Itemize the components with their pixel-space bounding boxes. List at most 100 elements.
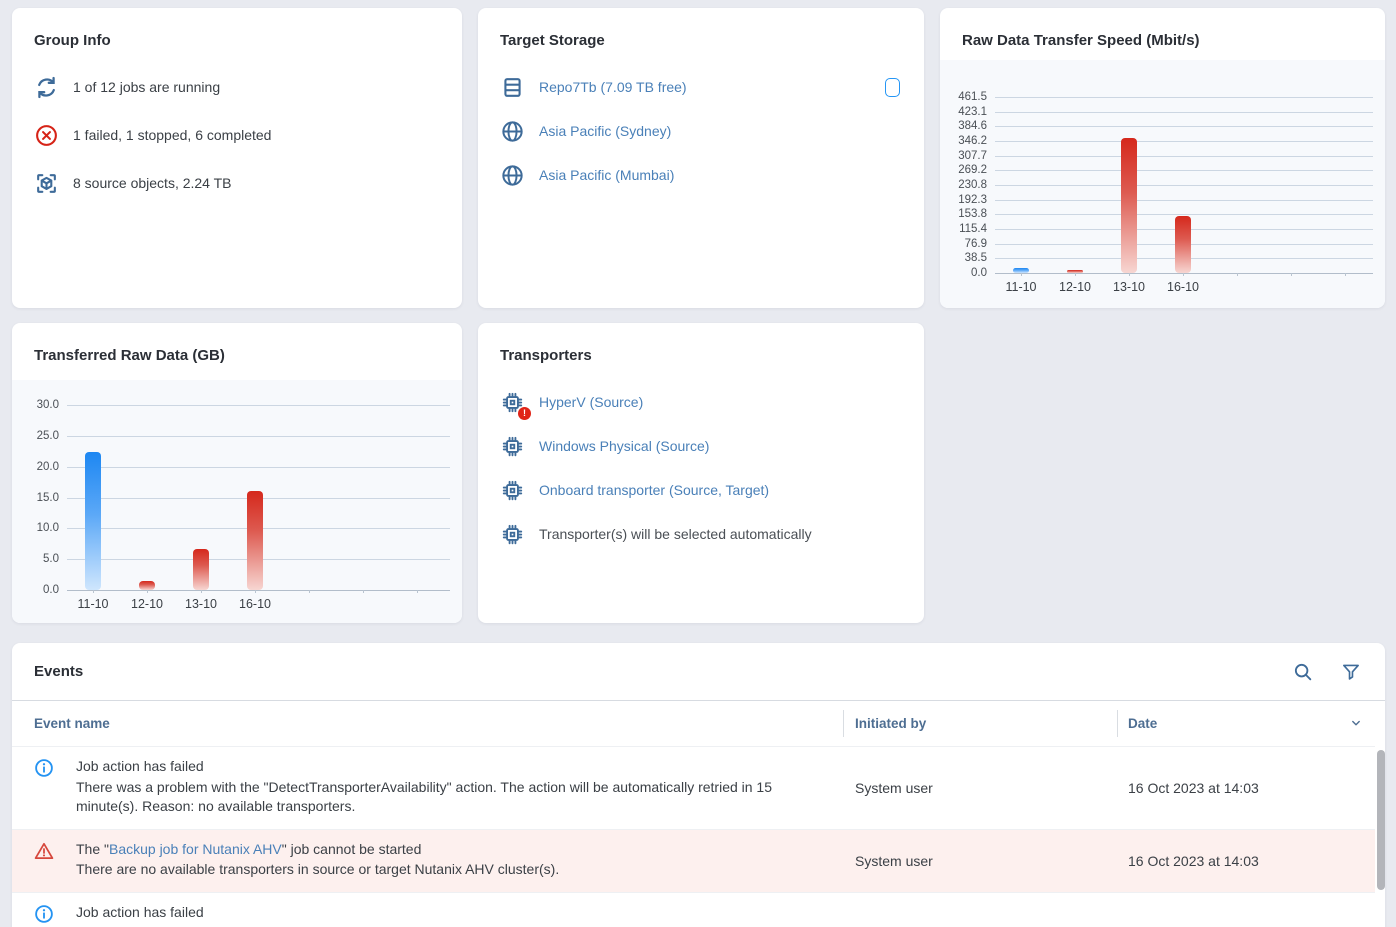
x-tick-mark	[255, 590, 256, 593]
x-tick-mark	[1183, 273, 1184, 276]
event-row[interactable]: Job action has failedThere was a problem…	[12, 892, 1375, 927]
info-icon-cell	[12, 747, 76, 829]
filter-icon[interactable]	[1340, 661, 1362, 683]
transferred-chart-title: Transferred Raw Data (GB)	[12, 323, 462, 364]
target-storage-card: Target Storage Repo7Tb (7.09 TB free) As…	[478, 8, 924, 308]
group-info-card: Group Info 1 of 12 jobs are running 1 fa…	[12, 8, 462, 308]
second-card-row: Transferred Raw Data (GB) 0.05.010.015.0…	[0, 323, 1396, 623]
chart-bar	[193, 549, 209, 590]
y-tick-label: 38.5	[940, 252, 987, 264]
y-tick-label: 25.0	[12, 430, 59, 442]
transferred-data-chart-card: Transferred Raw Data (GB) 0.05.010.015.0…	[12, 323, 462, 623]
filter-icon	[1340, 661, 1362, 683]
y-tick-label: 30.0	[12, 399, 59, 411]
x-tick-mark	[147, 590, 148, 593]
x-tick-mark	[1237, 273, 1238, 276]
gridline	[67, 467, 450, 468]
gridline	[67, 405, 450, 406]
transporter-item: Windows Physical (Source)	[500, 424, 900, 468]
transporter-item: !HyperV (Source)	[500, 380, 900, 424]
x-tick-label: 11-10	[994, 280, 1048, 294]
top-card-row: Group Info 1 of 12 jobs are running 1 fa…	[0, 0, 1396, 308]
storage-checkbox[interactable]	[885, 78, 900, 97]
x-tick-mark	[363, 590, 364, 593]
x-tick-label: 13-10	[174, 597, 228, 611]
chevron-down-icon[interactable]	[1349, 716, 1363, 730]
y-tick-label: 0.0	[12, 584, 59, 596]
storage-icon	[500, 75, 525, 100]
target-storage-label[interactable]: Asia Pacific (Mumbai)	[539, 167, 674, 183]
event-initiated-by: System user	[843, 830, 1117, 892]
search-icon[interactable]	[1292, 661, 1314, 683]
column-header-date[interactable]: Date	[1117, 716, 1385, 731]
transporter-label[interactable]: Onboard transporter (Source, Target)	[539, 482, 769, 498]
x-tick-mark	[1129, 273, 1130, 276]
y-tick-label: 346.2	[940, 135, 987, 147]
column-separator	[843, 710, 844, 737]
x-tick-label: 16-10	[228, 597, 282, 611]
gridline	[995, 112, 1373, 113]
gridline	[995, 273, 1373, 274]
search-icon	[1292, 661, 1314, 683]
y-tick-label: 269.2	[940, 164, 987, 176]
gridline	[995, 170, 1373, 171]
event-initiated-by: System user	[843, 893, 1117, 927]
event-title: The "Backup job for Nutanix AHV" job can…	[76, 840, 783, 860]
warning-icon	[33, 840, 55, 862]
sync-icon	[34, 75, 59, 100]
y-tick-label: 0.0	[940, 267, 987, 279]
dashboard-page: Group Info 1 of 12 jobs are running 1 fa…	[0, 0, 1396, 927]
y-tick-label: 384.6	[940, 120, 987, 132]
target-storage-item: Asia Pacific (Sydney)	[500, 109, 900, 153]
y-tick-label: 423.1	[940, 106, 987, 118]
x-tick-mark	[1291, 273, 1292, 276]
chart-bar	[1013, 268, 1029, 273]
chart-bar	[85, 452, 101, 590]
sync-icon-wrap	[34, 75, 59, 100]
column-header-initiated-by[interactable]: Initiated by	[843, 716, 1117, 731]
chip-icon-wrap	[500, 522, 525, 547]
event-title-part: " job cannot be started	[282, 841, 422, 857]
transporter-label[interactable]: Windows Physical (Source)	[539, 438, 709, 454]
events-scrollbar-thumb[interactable]	[1377, 750, 1385, 890]
target-storage-list: Repo7Tb (7.09 TB free) Asia Pacific (Syd…	[478, 49, 924, 197]
globe-icon	[500, 163, 525, 188]
event-title-part[interactable]: Backup job for Nutanix AHV	[109, 841, 282, 857]
target-storage-label[interactable]: Asia Pacific (Sydney)	[539, 123, 671, 139]
events-header: Events	[12, 643, 1385, 701]
target-storage-label[interactable]: Repo7Tb (7.09 TB free)	[539, 79, 687, 95]
transporters-card: Transporters !HyperV (Source) Windows Ph…	[478, 323, 924, 623]
info-icon	[33, 903, 55, 925]
events-panel: Events Event name Initiated by Date Job …	[12, 643, 1385, 927]
group-info-item: 1 of 12 jobs are running	[34, 63, 438, 111]
event-title-part: The "	[76, 841, 109, 857]
transporters-title: Transporters	[478, 323, 924, 364]
event-title-part: Job action has failed	[76, 758, 204, 774]
gridline	[995, 185, 1373, 186]
column-header-event-name[interactable]: Event name	[12, 716, 843, 731]
target-storage-title: Target Storage	[478, 8, 924, 49]
events-row-list: Job action has failedThere was a problem…	[12, 746, 1375, 927]
y-tick-label: 20.0	[12, 461, 59, 473]
event-description: There are no available transporters in s…	[76, 860, 783, 880]
x-tick-mark	[1021, 273, 1022, 276]
x-tick-label: 13-10	[1102, 280, 1156, 294]
chip-icon	[500, 478, 525, 503]
chip-icon-wrap	[500, 434, 525, 459]
chip-icon-wrap	[500, 478, 525, 503]
transporter-label[interactable]: HyperV (Source)	[539, 394, 643, 410]
info-icon	[33, 757, 55, 779]
event-title: Job action has failed	[76, 757, 783, 777]
event-title: Job action has failed	[76, 903, 783, 923]
event-date: 16 Oct 2023 at 14:03	[1117, 747, 1375, 829]
info-icon-cell	[12, 893, 76, 927]
event-row[interactable]: Job action has failedThere was a problem…	[12, 746, 1375, 829]
events-column-header: Event name Initiated by Date	[12, 701, 1385, 746]
event-row[interactable]: The "Backup job for Nutanix AHV" job can…	[12, 829, 1375, 892]
gridline	[995, 200, 1373, 201]
globe-icon-wrap	[500, 163, 525, 188]
column-separator	[1117, 710, 1118, 737]
y-tick-label: 5.0	[12, 553, 59, 565]
x-tick-mark	[1345, 273, 1346, 276]
group-info-list: 1 of 12 jobs are running 1 failed, 1 sto…	[12, 49, 462, 207]
